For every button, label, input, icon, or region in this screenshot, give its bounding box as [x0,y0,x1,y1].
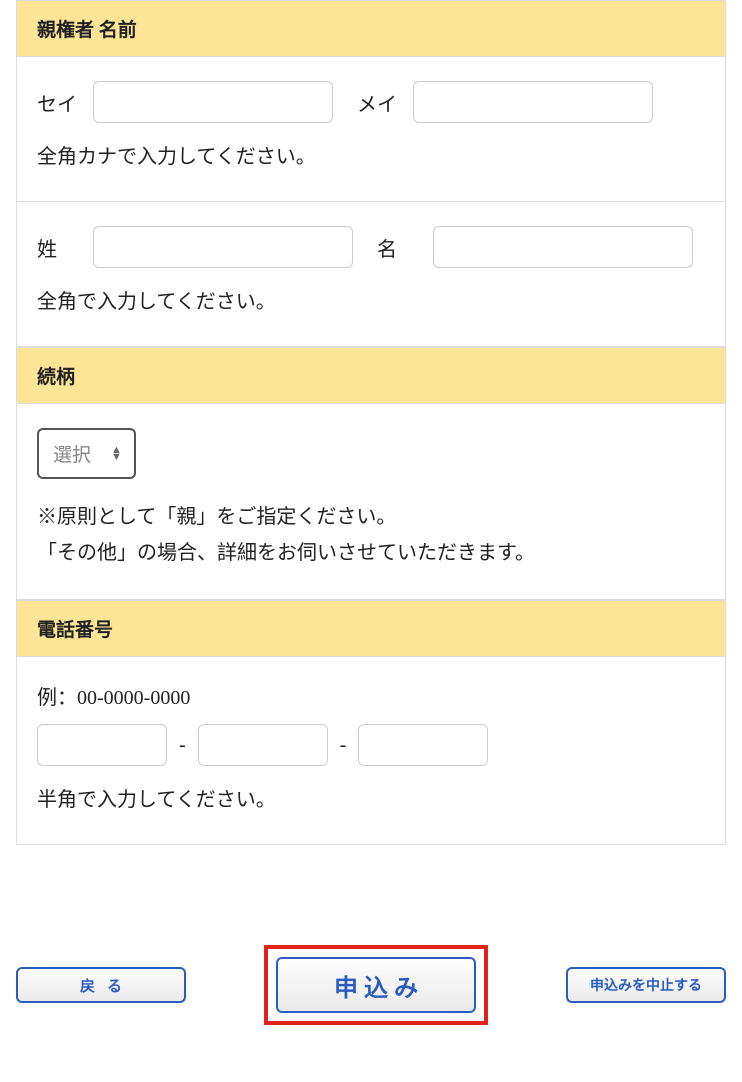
input-mei[interactable] [433,226,693,268]
hint-phone: 半角で入力してください。 [37,784,705,816]
back-button[interactable]: 戻る [16,967,186,1003]
button-bar: 戻る 申込み 申込みを中止する [0,945,742,1025]
label-mei: 名 [377,233,417,262]
form-container: 親権者 名前 セイ メイ 全角カナで入力してください。 姓 名 全角で入力してく… [16,0,726,845]
label-kana-sei: セイ [37,88,77,117]
select-relationship-placeholder: 選択 [53,440,91,467]
note-relationship-line2: 「その他」の場合、詳細をお伺いさせていただきます。 [37,535,705,571]
section-body-guardian-kana: セイ メイ 全角カナで入力してください。 [17,57,725,202]
section-header-relationship: 続柄 [17,347,725,404]
section-body-relationship: 選択 ▲▼ ※原則として「親」をご指定ください。 「その他」の場合、詳細をお伺い… [17,404,725,600]
select-relationship[interactable]: 選択 ▲▼ [37,428,136,479]
chevron-updown-icon: ▲▼ [111,447,122,460]
note-relationship-line1: ※原則として「親」をご指定ください。 [37,499,705,535]
phone-example: 例：00-0000-0000 [37,681,705,710]
hint-kana: 全角カナで入力してください。 [37,141,705,173]
input-phone-3[interactable] [358,724,488,766]
section-body-phone: 例：00-0000-0000 - - 半角で入力してください。 [17,657,725,844]
label-kana-mei: メイ [357,88,397,117]
cancel-button[interactable]: 申込みを中止する [566,967,726,1003]
phone-dash-2: - [340,734,347,757]
phone-dash-1: - [179,734,186,757]
apply-highlight-box: 申込み [264,945,488,1025]
section-body-guardian-name-kanji: 姓 名 全角で入力してください。 [17,202,725,347]
input-kana-sei[interactable] [93,81,333,123]
label-sei: 姓 [37,233,77,262]
hint-name: 全角で入力してください。 [37,286,705,318]
input-sei[interactable] [93,226,353,268]
note-relationship: ※原則として「親」をご指定ください。 「その他」の場合、詳細をお伺いさせていただ… [37,499,705,571]
section-header-guardian-name: 親権者 名前 [17,1,725,57]
input-kana-mei[interactable] [413,81,653,123]
input-phone-2[interactable] [198,724,328,766]
input-phone-1[interactable] [37,724,167,766]
section-header-phone: 電話番号 [17,600,725,657]
apply-button[interactable]: 申込み [276,957,476,1013]
